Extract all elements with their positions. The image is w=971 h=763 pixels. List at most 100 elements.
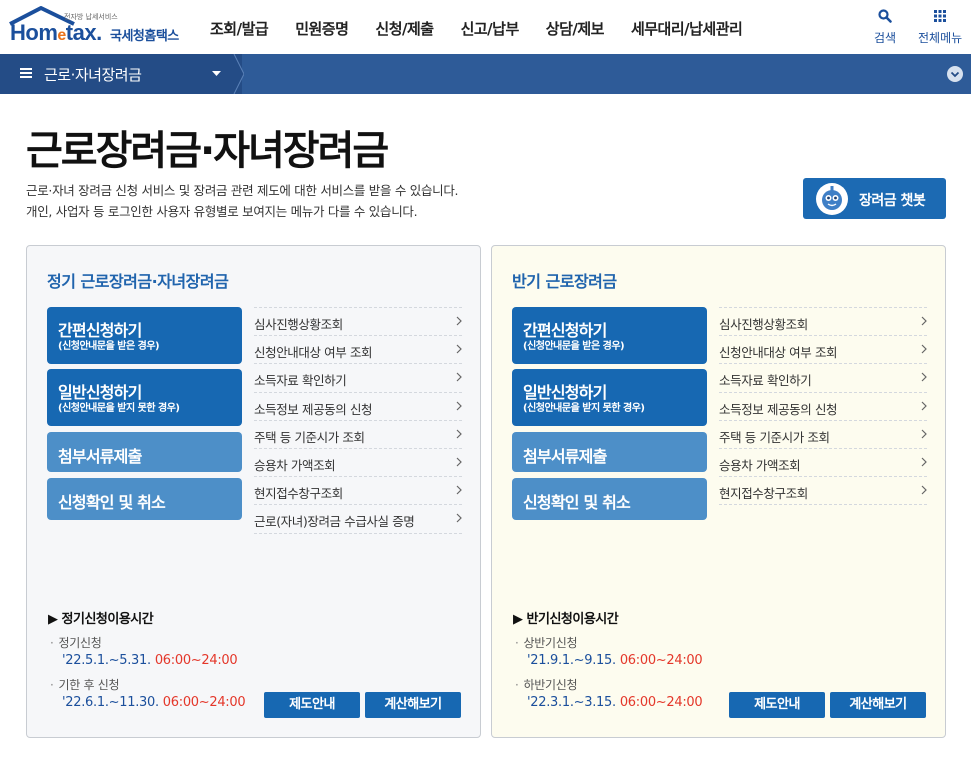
link-local-office[interactable]: 현지접수창구조회 bbox=[254, 476, 462, 504]
link-house-price[interactable]: 주택 등 기준시가 조회 bbox=[719, 419, 927, 448]
confirm-cancel-button[interactable]: 신청확인 및 취소 bbox=[47, 478, 242, 520]
link-label: 근로(자녀)장려금 수급사실 증명 bbox=[254, 514, 415, 530]
submit-documents-button[interactable]: 첨부서류제출 bbox=[512, 432, 707, 472]
confirm-cancel-button[interactable]: 신청확인 및 취소 bbox=[512, 478, 707, 520]
breadcrumb-bar: 근로·자녀장려금 bbox=[0, 54, 971, 94]
period-label: 상반기신청 bbox=[515, 634, 578, 651]
link-label: 심사진행상황조회 bbox=[254, 317, 343, 332]
search-button[interactable]: 검색 bbox=[874, 8, 896, 46]
all-menu-label: 전체메뉴 bbox=[918, 31, 963, 45]
link-label: 소득정보 제공동의 신청 bbox=[719, 401, 838, 417]
chevron-right-icon bbox=[921, 316, 927, 326]
period-value: '22.6.1.~11.30. 06:00~24:00 bbox=[62, 695, 246, 710]
link-car-value[interactable]: 승용차 가액조회 bbox=[719, 447, 927, 476]
period-value: '22.3.1.~3.15. 06:00~24:00 bbox=[527, 695, 703, 710]
link-review-status[interactable]: 심사진행상황조회 bbox=[254, 307, 462, 335]
link-label: 승용차 가액조회 bbox=[719, 457, 801, 473]
divider bbox=[719, 504, 927, 506]
link-eligibility-check[interactable]: 신청안내대상 여부 조회 bbox=[254, 335, 462, 363]
system-info-button[interactable]: 제도안내 bbox=[264, 692, 360, 718]
link-local-office[interactable]: 현지접수창구조회 bbox=[719, 476, 927, 504]
chevron-down-icon bbox=[950, 71, 960, 78]
expand-button[interactable] bbox=[947, 66, 963, 82]
button-main-label: 신청확인 및 취소 bbox=[523, 493, 631, 512]
general-apply-button[interactable]: 일반신청하기 (신청안내문을 받지 못한 경우) bbox=[512, 369, 707, 426]
hometax-logo[interactable]: 전자방 납세서비스 Hometax. 국세청홈택스 bbox=[8, 6, 188, 48]
semiannual-incentive-panel: 반기 근로장려금 간편신청하기 (신청안내문을 받은 경우) 일반신청하기 (신… bbox=[491, 245, 946, 738]
usage-time-title: ▶ 정기신청이용시간 bbox=[48, 612, 154, 627]
chevron-right-icon bbox=[921, 401, 927, 410]
link-income-consent[interactable]: 소득정보 제공동의 신청 bbox=[719, 391, 927, 420]
chevron-right-icon bbox=[456, 429, 462, 439]
chevron-right-icon bbox=[921, 457, 927, 467]
chevron-right-icon bbox=[921, 429, 927, 439]
nav-item-certificates[interactable]: 민원증명 bbox=[295, 18, 349, 39]
description-line: 개인, 사업자 등 로그인한 사용자 유형별로 보여지는 메뉴가 다를 수 있습… bbox=[26, 204, 418, 219]
calculate-button[interactable]: 계산해보기 bbox=[830, 692, 926, 718]
nav-item-filing[interactable]: 신고/납부 bbox=[461, 18, 520, 39]
link-label: 주택 등 기준시가 조회 bbox=[254, 429, 365, 445]
chevron-right-icon bbox=[456, 513, 462, 523]
nav-item-tax-agent[interactable]: 세무대리/납세관리 bbox=[631, 18, 743, 39]
logo-subtitle: 국세청홈택스 bbox=[110, 29, 179, 44]
button-main-label: 첨부서류제출 bbox=[523, 447, 607, 466]
grid-icon bbox=[934, 10, 947, 22]
button-sub-label: (신청안내문을 받은 경우) bbox=[523, 341, 625, 352]
quick-links: 심사진행상황조회 신청안내대상 여부 조회 소득자료 확인하기 소득정보 제공동… bbox=[254, 307, 462, 534]
link-review-status[interactable]: 심사진행상황조회 bbox=[719, 307, 927, 335]
period-value: '21.9.1.~9.15. 06:00~24:00 bbox=[527, 653, 703, 668]
chevron-right-icon bbox=[921, 485, 927, 495]
period-dates: '22.5.1.~5.31. bbox=[62, 653, 151, 668]
usage-time-title: ▶ 반기신청이용시간 bbox=[513, 612, 619, 627]
link-receipt-certificate[interactable]: 근로(자녀)장려금 수급사실 증명 bbox=[254, 504, 462, 532]
page-title: 근로장려금·자녀장려금 bbox=[26, 128, 389, 174]
link-car-value[interactable]: 승용차 가액조회 bbox=[254, 447, 462, 476]
chatbot-icon bbox=[816, 183, 848, 215]
calculate-button[interactable]: 계산해보기 bbox=[365, 692, 461, 718]
link-label: 소득자료 확인하기 bbox=[254, 373, 347, 389]
link-income-data[interactable]: 소득자료 확인하기 bbox=[719, 363, 927, 391]
logo-wordmark: Hometax. bbox=[10, 20, 102, 45]
period-value: '22.5.1.~5.31. 06:00~24:00 bbox=[62, 653, 238, 668]
link-label: 소득자료 확인하기 bbox=[719, 373, 812, 389]
link-house-price[interactable]: 주택 등 기준시가 조회 bbox=[254, 419, 462, 448]
panel-title: 반기 근로장려금 bbox=[512, 272, 617, 291]
link-label: 심사진행상황조회 bbox=[719, 317, 808, 332]
breadcrumb[interactable]: 근로·자녀장려금 bbox=[0, 54, 242, 94]
regular-incentive-panel: 정기 근로장려금·자녀장려금 간편신청하기 (신청안내문을 받은 경우) 일반신… bbox=[26, 245, 481, 738]
period-label: 정기신청 bbox=[50, 634, 102, 651]
general-apply-button[interactable]: 일반신청하기 (신청안내문을 받지 못한 경우) bbox=[47, 369, 242, 426]
link-label: 주택 등 기준시가 조회 bbox=[719, 429, 830, 445]
link-label: 신청안내대상 여부 조회 bbox=[254, 345, 373, 361]
button-main-label: 첨부서류제출 bbox=[58, 447, 142, 466]
simple-apply-button[interactable]: 간편신청하기 (신청안내문을 받은 경우) bbox=[512, 307, 707, 364]
link-eligibility-check[interactable]: 신청안내대상 여부 조회 bbox=[719, 335, 927, 363]
link-income-data[interactable]: 소득자료 확인하기 bbox=[254, 363, 462, 391]
description-line: 근로·자녀 장려금 신청 서비스 및 장려금 관련 제도에 대한 서비스를 받을… bbox=[26, 183, 459, 198]
search-icon bbox=[878, 9, 892, 23]
link-income-consent[interactable]: 소득정보 제공동의 신청 bbox=[254, 391, 462, 420]
chatbot-label: 장려금 챗봇 bbox=[859, 193, 926, 209]
caret-down-icon bbox=[212, 71, 221, 76]
chevron-right-icon bbox=[456, 316, 462, 326]
simple-apply-button[interactable]: 간편신청하기 (신청안내문을 받은 경우) bbox=[47, 307, 242, 364]
panel-title: 정기 근로장려금·자녀장려금 bbox=[47, 272, 229, 291]
period-label: 기한 후 신청 bbox=[50, 676, 120, 693]
link-label: 소득정보 제공동의 신청 bbox=[254, 401, 373, 417]
chevron-right-icon bbox=[456, 372, 462, 382]
hamburger-icon bbox=[20, 68, 32, 78]
submit-documents-button[interactable]: 첨부서류제출 bbox=[47, 432, 242, 472]
nav-item-inquiry[interactable]: 조회/발급 bbox=[210, 18, 269, 39]
breadcrumb-arrow bbox=[232, 54, 244, 94]
page-description: 근로·자녀 장려금 신청 서비스 및 장려금 관련 제도에 대한 서비스를 받을… bbox=[26, 180, 459, 222]
chevron-right-icon bbox=[456, 401, 462, 410]
system-info-button[interactable]: 제도안내 bbox=[729, 692, 825, 718]
link-label: 신청안내대상 여부 조회 bbox=[719, 345, 838, 361]
nav-item-consult[interactable]: 상담/제보 bbox=[546, 18, 605, 39]
divider bbox=[254, 532, 462, 534]
all-menu-button[interactable]: 전체메뉴 bbox=[918, 8, 962, 46]
period-hours: 06:00~24:00 bbox=[162, 695, 246, 710]
chatbot-button[interactable]: 장려금 챗봇 bbox=[803, 178, 946, 219]
nav-item-application[interactable]: 신청/제출 bbox=[375, 18, 434, 39]
chevron-right-icon bbox=[921, 344, 927, 354]
